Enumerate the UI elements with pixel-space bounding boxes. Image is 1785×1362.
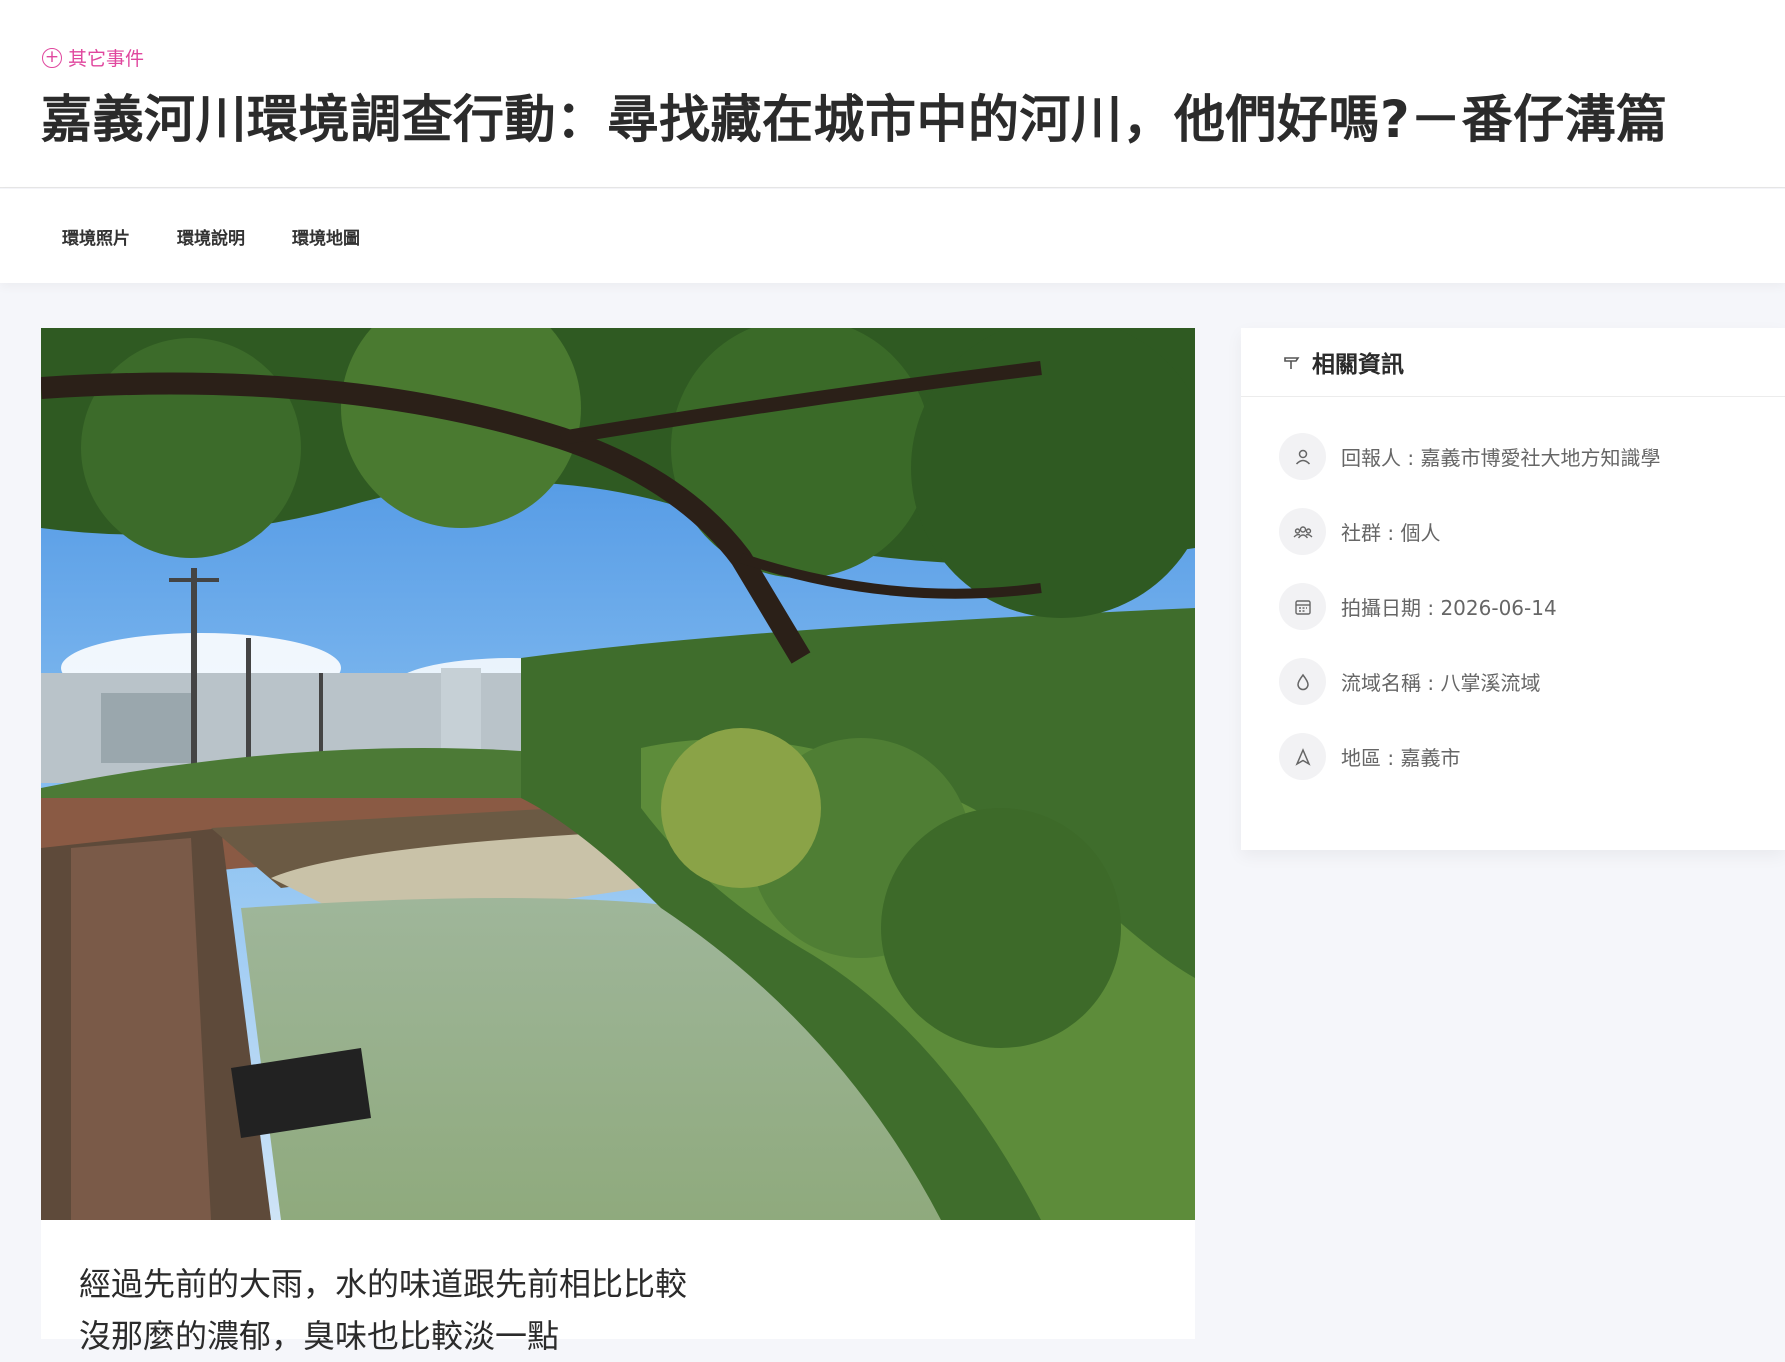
photo-card: 經過先前的大雨，水的味道跟先前相比比較沒那麼的濃郁，臭味也比較淡一點 — [41, 328, 1195, 1355]
related-info-header: 相關資訊 — [1241, 328, 1785, 397]
tab-environment-photos[interactable]: 環境照片 — [62, 224, 130, 249]
info-text-date: 拍攝日期 : 2026-06-14 — [1341, 596, 1557, 620]
page-title: 嘉義河川環境調查行動：尋找藏在城市中的河川，他們好嗎?－番仔溝篇 — [41, 91, 1668, 150]
environment-photo[interactable] — [41, 328, 1195, 1220]
signpost-icon — [1284, 357, 1300, 369]
tab-environment-description[interactable]: 環境說明 — [177, 224, 245, 249]
water-drop-icon — [1279, 658, 1326, 705]
other-events-label: 其它事件 — [68, 48, 145, 70]
info-text-reporter: 回報人 : 嘉義市博愛社大地方知識學 — [1341, 446, 1661, 470]
tab-environment-map[interactable]: 環境地圖 — [292, 224, 360, 249]
tab-bar: 環境照片 環境說明 環境地圖 — [0, 189, 1785, 283]
info-text-basin: 流域名稱 : 八掌溪流域 — [1341, 671, 1541, 695]
location-icon — [1279, 733, 1326, 780]
environment-description-text: 經過先前的大雨，水的味道跟先前相比比較沒那麼的濃郁，臭味也比較淡一點 — [79, 1265, 688, 1355]
user-icon — [1279, 433, 1326, 480]
info-item-reporter: 回報人 : 嘉義市博愛社大地方知識學 — [1279, 433, 1785, 480]
page-header: + 其它事件 嘉義河川環境調查行動：尋找藏在城市中的河川，他們好嗎?－番仔溝篇 — [0, 0, 1785, 188]
info-item-basin: 流域名稱 : 八掌溪流域 — [1279, 658, 1785, 705]
calendar-icon — [1279, 583, 1326, 630]
related-info-title: 相關資訊 — [1312, 352, 1404, 378]
other-events-link[interactable]: + 其它事件 — [42, 44, 144, 71]
info-item-date: 拍攝日期 : 2026-06-14 — [1279, 583, 1785, 630]
related-info-list: 回報人 : 嘉義市博愛社大地方知識學 社群 : 個人 拍攝日期: 2026-0… — [1241, 397, 1785, 780]
plus-circle-icon: + — [42, 47, 62, 68]
group-icon — [1279, 508, 1326, 555]
info-text-community: 社群 : 個人 — [1341, 521, 1441, 545]
info-item-region: 地區 : 嘉義市 — [1279, 733, 1785, 780]
related-info-card: 相關資訊 回報人 : 嘉義市博愛社大地方知識學 社群: 個人 拍攝日期: 2… — [1241, 328, 1785, 850]
info-text-region: 地區 : 嘉義市 — [1341, 746, 1461, 770]
info-item-community: 社群 : 個人 — [1279, 508, 1785, 555]
